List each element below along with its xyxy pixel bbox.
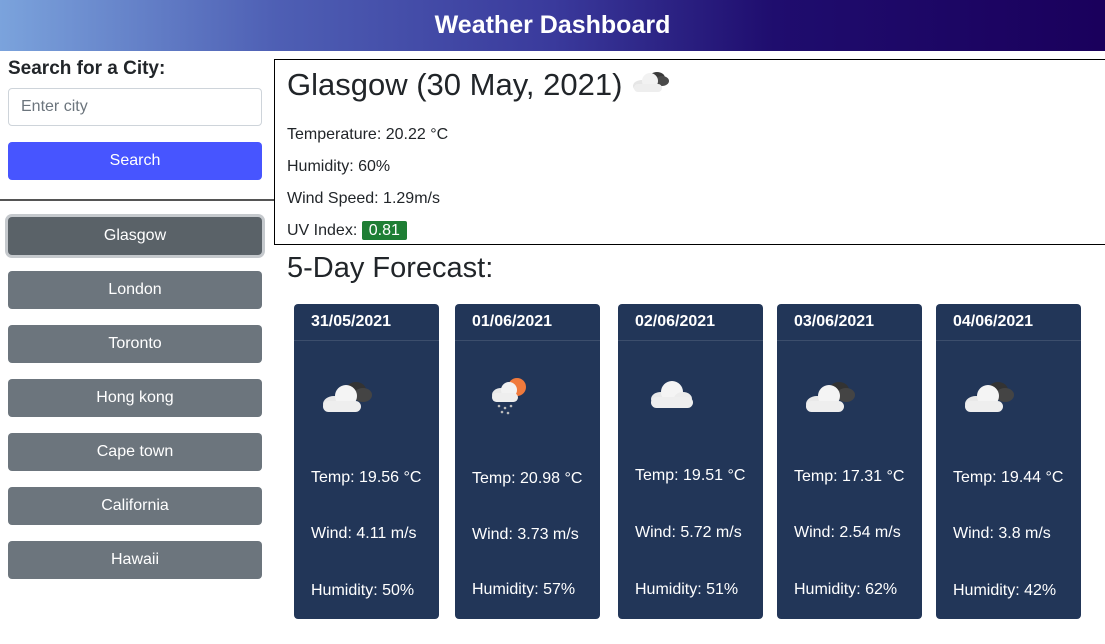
forecast-card: 04/06/2021 Temp: 19.44 °C Wind: 3.8 m/s … (936, 304, 1081, 619)
cloudy-icon (960, 374, 1018, 423)
search-button[interactable]: Search (8, 142, 262, 180)
forecast-title: 5-Day Forecast: (287, 252, 494, 284)
forecast-date: 02/06/2021 (618, 304, 763, 341)
rain-sun-icon (487, 374, 535, 423)
history-city-button[interactable]: California (8, 487, 262, 525)
sidebar-divider (0, 199, 274, 201)
forecast-card: 02/06/2021 Temp: 19.51 °C Wind: 5.72 m/s… (618, 304, 763, 619)
forecast-humidity: Humidity: 57% (472, 581, 576, 598)
current-weather-heading: Glasgow (30 May, 2021) (287, 66, 672, 104)
forecast-temp: Temp: 19.56 °C (311, 469, 422, 486)
history-city-button[interactable]: Hong kong (8, 379, 262, 417)
uv-index-label: UV Index: (287, 222, 358, 239)
current-humidity: Humidity: 60% (287, 158, 391, 175)
forecast-card: 03/06/2021 Temp: 17.31 °C Wind: 2.54 m/s… (777, 304, 922, 619)
forecast-date: 01/06/2021 (455, 304, 600, 341)
cloudy-icon (801, 374, 859, 423)
history-city-button[interactable]: Glasgow (8, 217, 262, 255)
uv-index-badge: 0.81 (361, 221, 407, 240)
forecast-date: 31/05/2021 (294, 304, 439, 341)
search-panel: Search for a City: Search (8, 58, 262, 180)
search-history: Glasgow London Toronto Hong kong Cape to… (8, 217, 262, 595)
current-weather-panel: Glasgow (30 May, 2021) Temperature: 20.2… (274, 59, 1105, 245)
forecast-humidity: Humidity: 62% (794, 581, 898, 598)
forecast-wind: Wind: 5.72 m/s (635, 524, 742, 541)
cloudy-icon (630, 66, 672, 104)
current-wind-speed: Wind Speed: 1.29m/s (287, 190, 440, 207)
search-label: Search for a City: (8, 58, 166, 79)
cloud-icon (646, 374, 698, 419)
history-city-button[interactable]: London (8, 271, 262, 309)
forecast-date: 03/06/2021 (777, 304, 922, 341)
forecast-temp: Temp: 17.31 °C (794, 468, 905, 485)
forecast-temp: Temp: 20.98 °C (472, 470, 583, 487)
current-uv-row: UV Index: 0.81 (287, 221, 407, 240)
forecast-wind: Wind: 2.54 m/s (794, 524, 901, 541)
forecast-temp: Temp: 19.44 °C (953, 469, 1064, 486)
cloudy-icon (318, 374, 376, 423)
history-city-button[interactable]: Cape town (8, 433, 262, 471)
forecast-date: 04/06/2021 (936, 304, 1081, 341)
forecast-humidity: Humidity: 42% (953, 582, 1057, 599)
forecast-card: 31/05/2021 Temp: 19.56 °C Wind: 4.11 m/s… (294, 304, 439, 619)
forecast-card: 01/06/2021 Temp: 20.98 °C Wind: 3.73 m/s… (455, 304, 600, 619)
forecast-humidity: Humidity: 51% (635, 581, 739, 598)
app-title: Weather Dashboard (434, 11, 671, 39)
city-search-input[interactable] (8, 88, 262, 126)
history-city-button[interactable]: Hawaii (8, 541, 262, 579)
forecast-humidity: Humidity: 50% (311, 582, 415, 599)
forecast-temp: Temp: 19.51 °C (635, 467, 746, 484)
forecast-wind: Wind: 3.8 m/s (953, 525, 1051, 542)
current-city-title: Glasgow (30 May, 2021) (287, 67, 623, 102)
forecast-wind: Wind: 3.73 m/s (472, 526, 579, 543)
forecast-wind: Wind: 4.11 m/s (311, 525, 417, 542)
app-header: Weather Dashboard (0, 0, 1105, 51)
history-city-button[interactable]: Toronto (8, 325, 262, 363)
current-temperature: Temperature: 20.22 °C (287, 126, 449, 143)
